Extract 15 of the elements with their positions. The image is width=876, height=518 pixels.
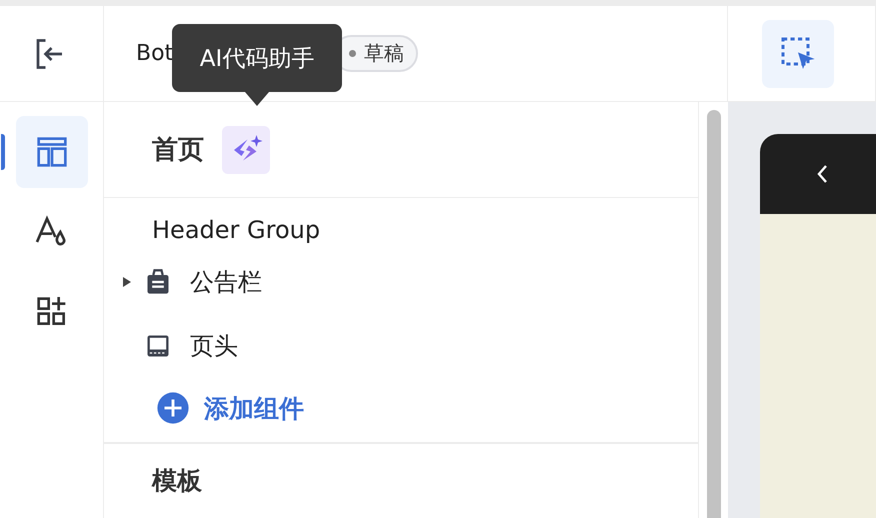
group-title: Header Group: [152, 216, 322, 246]
scrollbar[interactable]: [707, 110, 721, 518]
select-tool-button[interactable]: [762, 20, 834, 88]
ai-assistant-button[interactable]: [222, 126, 270, 174]
section-title: 模板: [152, 465, 203, 497]
tree-item[interactable]: 页头: [104, 314, 698, 378]
tooltip: AI代码助手: [172, 24, 342, 92]
tree-item[interactable]: 公告栏: [104, 250, 698, 314]
plus-circle-icon: [156, 391, 190, 425]
page-name: 首页: [152, 134, 204, 167]
add-component-button[interactable]: 添加组件: [156, 386, 698, 430]
caret-icon[interactable]: [122, 275, 132, 289]
active-indicator: [0, 134, 4, 170]
tooltip-pointer-icon: [245, 92, 269, 106]
page-title: Bot: [136, 41, 174, 66]
